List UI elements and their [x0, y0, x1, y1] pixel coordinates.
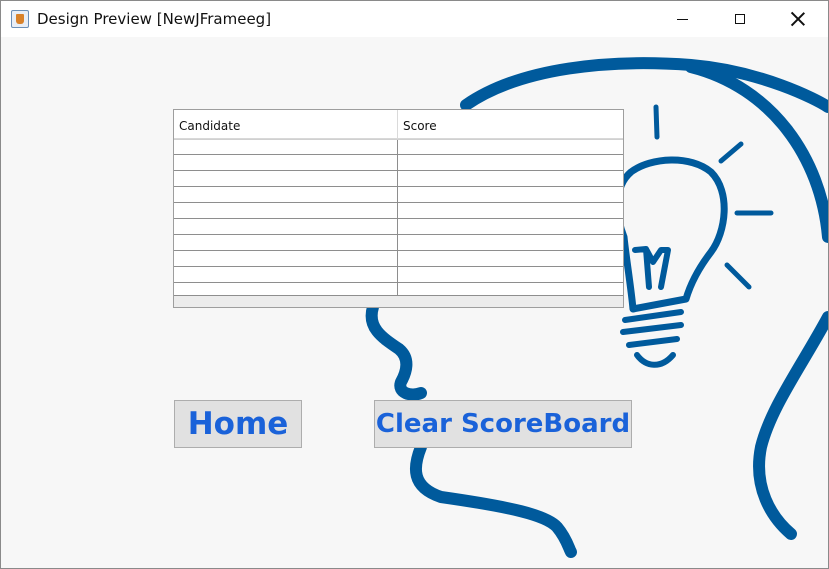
- cell-score[interactable]: [398, 155, 623, 170]
- table-header: Candidate Score: [174, 110, 623, 139]
- cell-candidate[interactable]: [174, 187, 398, 202]
- cell-candidate[interactable]: [174, 251, 398, 266]
- cell-candidate[interactable]: [174, 171, 398, 186]
- table-row[interactable]: [174, 171, 623, 187]
- close-button[interactable]: [769, 1, 827, 37]
- minimize-button[interactable]: [653, 1, 711, 37]
- cell-candidate[interactable]: [174, 235, 398, 250]
- table-row[interactable]: [174, 139, 623, 155]
- cell-score[interactable]: [398, 219, 623, 234]
- cell-score[interactable]: [398, 203, 623, 218]
- cell-candidate[interactable]: [174, 155, 398, 170]
- table-row[interactable]: [174, 155, 623, 171]
- app-window: Design Preview [NewJFrameeg] Candidate S…: [0, 0, 829, 569]
- clear-scoreboard-button[interactable]: Clear ScoreBoard: [374, 400, 632, 448]
- table-row[interactable]: [174, 187, 623, 203]
- scoreboard-table[interactable]: Candidate Score: [173, 109, 624, 308]
- table-empty-area: [174, 295, 623, 307]
- table-row[interactable]: [174, 219, 623, 235]
- title-bar[interactable]: Design Preview [NewJFrameeg]: [1, 1, 828, 37]
- cell-score[interactable]: [398, 171, 623, 186]
- table-row[interactable]: [174, 251, 623, 267]
- column-header-candidate[interactable]: Candidate: [174, 110, 398, 139]
- cell-candidate[interactable]: [174, 219, 398, 234]
- home-button[interactable]: Home: [174, 400, 302, 448]
- maximize-button[interactable]: [711, 1, 769, 37]
- cell-candidate[interactable]: [174, 203, 398, 218]
- cell-score[interactable]: [398, 267, 623, 282]
- window-title: Design Preview [NewJFrameeg]: [37, 10, 272, 28]
- cell-score[interactable]: [398, 251, 623, 266]
- maximize-icon: [735, 14, 745, 24]
- cell-score[interactable]: [398, 235, 623, 250]
- table-body: [174, 139, 623, 299]
- cell-candidate[interactable]: [174, 140, 398, 154]
- table-row[interactable]: [174, 267, 623, 283]
- cell-score[interactable]: [398, 140, 623, 154]
- column-header-score[interactable]: Score: [398, 110, 623, 139]
- content-pane: Candidate Score Home Clear ScoreBoard: [1, 37, 828, 568]
- table-row[interactable]: [174, 203, 623, 219]
- cell-score[interactable]: [398, 187, 623, 202]
- cell-candidate[interactable]: [174, 267, 398, 282]
- minimize-icon: [676, 18, 688, 20]
- java-app-icon: [11, 10, 29, 28]
- table-row[interactable]: [174, 235, 623, 251]
- close-icon: [791, 12, 805, 26]
